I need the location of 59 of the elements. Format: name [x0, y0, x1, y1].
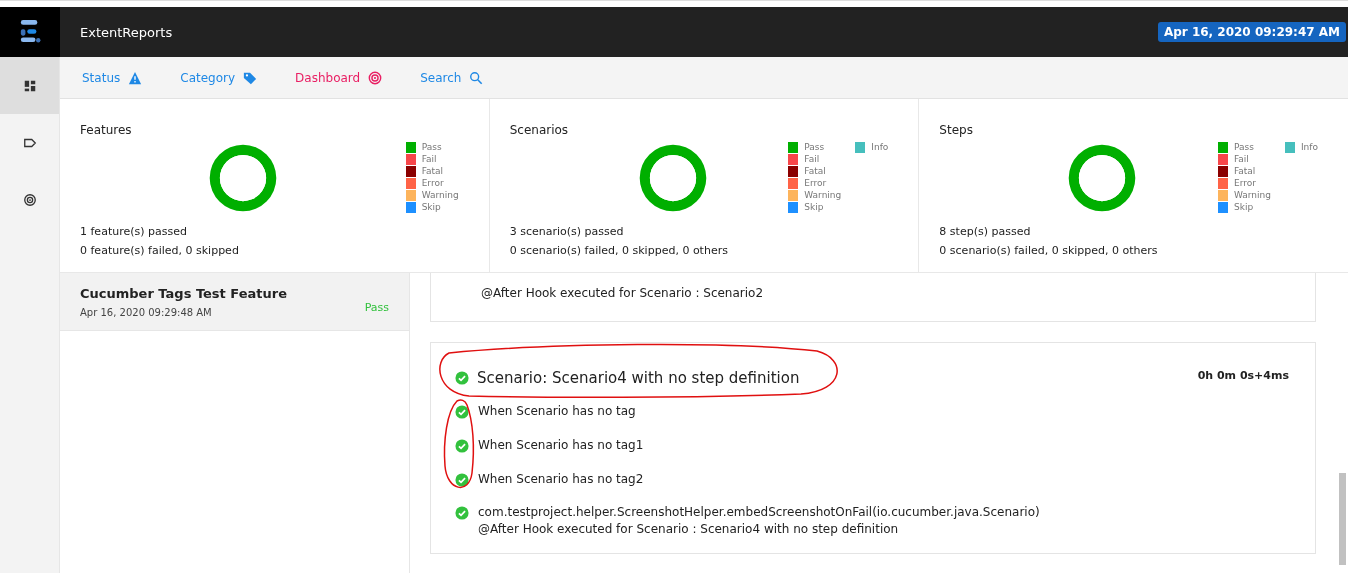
- summary-text: 0 feature(s) failed, 0 skipped: [80, 244, 240, 257]
- duration-label: 0h 0m 0s+4ms: [1197, 369, 1289, 382]
- dashboard-icon: [22, 78, 37, 93]
- panel-title: Scenarios: [509, 123, 570, 137]
- legend-label: Skip: [421, 202, 441, 212]
- target-icon: [22, 192, 37, 207]
- test-status: Pass: [364, 301, 389, 316]
- target-icon: [368, 70, 383, 85]
- summary-text: 0 scenario(s) failed, 0 skipped, 0 others: [509, 244, 729, 257]
- legend-label: Error: [1233, 178, 1256, 188]
- step-text: When Scenario has no tag: [478, 403, 636, 420]
- legend-label: Info: [871, 142, 889, 152]
- legend-label: Fail: [804, 154, 820, 164]
- nav-link[interactable]: Status: [82, 70, 143, 85]
- summary-text: 1 feature(s) passed: [80, 225, 188, 238]
- summary-text: 8 step(s) passed: [939, 225, 1032, 238]
- legend-label: Fatal: [421, 166, 444, 176]
- app-title: ExtentReports: [80, 24, 174, 40]
- legend-label: Warning: [804, 190, 842, 200]
- legend-label: Skip: [1233, 202, 1254, 212]
- nav-link[interactable]: Category: [180, 70, 258, 85]
- timestamp-badge: Apr 16, 2020 09:29:47 AM: [1157, 22, 1346, 42]
- legend-label: Fail: [421, 154, 437, 164]
- donut-slice: [209, 144, 277, 212]
- legend-label: Skip: [804, 202, 824, 212]
- tag-icon: [243, 70, 258, 85]
- legend-label: Info: [1300, 142, 1318, 152]
- legend-label: Pass: [804, 142, 825, 152]
- log-text: @After Hook executed for Scenario : Scenario4 with no step definition: [478, 521, 900, 538]
- scrollbar[interactable]: [1339, 473, 1346, 565]
- step-text: When Scenario has no tag1: [478, 437, 644, 454]
- nav-link[interactable]: Dashboard: [295, 70, 383, 85]
- step-text: When Scenario has no tag2: [478, 471, 644, 488]
- nav-link[interactable]: Search: [420, 70, 484, 85]
- legend-label: Fail: [1233, 154, 1249, 164]
- test-time: Apr 16, 2020 09:29:48 AM: [80, 307, 212, 318]
- logo-icon: [19, 19, 41, 45]
- legend-label: Fatal: [804, 166, 826, 176]
- dashboard-menu-item[interactable]: [0, 57, 59, 114]
- legend-label: Warning: [421, 190, 459, 200]
- donut-slice: [1069, 144, 1136, 212]
- test-name: Cucumber Tags Test Feature: [80, 286, 288, 301]
- log-text: @After Hook executed for Scenario : Scenario2: [481, 286, 765, 300]
- legend-label: Error: [421, 178, 444, 188]
- test-list-item[interactable]: Cucumber Tags Test Feature Apr 16, 2020 09:29:48 AM Pass: [60, 272, 409, 331]
- search-icon: [469, 70, 484, 85]
- legend-label: Pass: [421, 142, 442, 152]
- legend-label: Fatal: [1233, 166, 1256, 176]
- panel-title: Steps: [939, 123, 974, 137]
- summary-text: 3 scenario(s) passed: [509, 225, 625, 238]
- legend-label: Error: [804, 178, 827, 188]
- log-text: com.testproject.helper.ScreenshotHelper.embedScreenshotOnFail(io.cucumber.java.Scenario): [478, 504, 1040, 521]
- legend-label: Pass: [1233, 142, 1254, 152]
- warning-icon: [128, 70, 143, 85]
- legend-label: Warning: [1233, 190, 1271, 200]
- scenario-title: Scenario: Scenario4 with no step definition: [477, 369, 801, 387]
- panel-title: Features: [80, 123, 133, 137]
- summary-text: 0 scenario(s) failed, 0 skipped, 0 others: [939, 244, 1159, 257]
- donut-slice: [639, 144, 706, 212]
